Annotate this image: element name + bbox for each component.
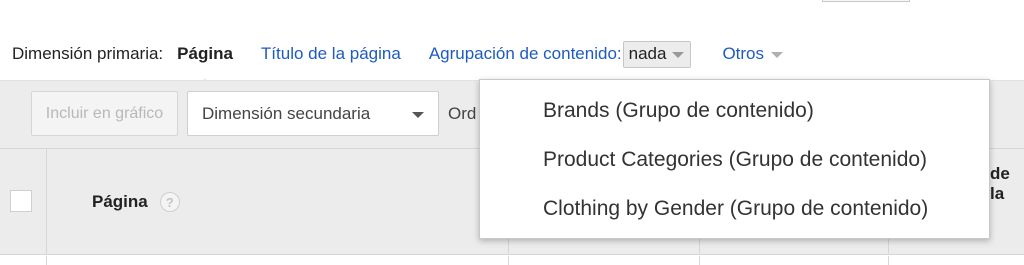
content-grouping: Agrupación de contenido: nada xyxy=(429,40,692,68)
column-divider xyxy=(46,256,47,265)
column-header-partial[interactable]: de la xyxy=(990,164,1010,204)
secondary-dimension-label: Dimensión secundaria xyxy=(202,103,371,123)
menu-item-brands[interactable]: Brands (Grupo de contenido) xyxy=(480,97,989,146)
help-circle-icon[interactable]: ? xyxy=(159,192,180,212)
primary-dimension-label: Dimensión primaria: xyxy=(12,44,164,63)
column-divider xyxy=(699,256,700,265)
top-control-edge xyxy=(822,0,910,2)
column-divider xyxy=(46,149,47,254)
caret-down-icon xyxy=(412,112,424,118)
menu-item-clothing-by-gender[interactable]: Clothing by Gender (Grupo de contenido) xyxy=(480,195,989,244)
column-header-pagina[interactable]: Página ? xyxy=(92,192,180,212)
content-grouping-label[interactable]: Agrupación de contenido: xyxy=(429,44,622,64)
caret-down-icon xyxy=(771,52,784,58)
caret-down-icon xyxy=(672,52,685,58)
dimension-option-pagina[interactable]: Página xyxy=(177,44,233,64)
column-divider xyxy=(508,256,509,265)
content-grouping-value: nada xyxy=(628,44,667,63)
others-label: Otros xyxy=(722,44,765,63)
select-all-checkbox[interactable] xyxy=(10,190,32,212)
column-divider xyxy=(888,256,889,265)
column-header-partial-text: de la xyxy=(990,164,1010,203)
dimension-option-page-title[interactable]: Título de la página xyxy=(261,44,401,64)
table-first-row xyxy=(0,256,1024,265)
secondary-dimension-select[interactable]: Dimensión secundaria xyxy=(187,91,439,136)
include-in-chart-button[interactable]: Incluir en gráfico xyxy=(31,91,178,136)
primary-dimension-bar: Dimensión primaria: Página Título de la … xyxy=(12,40,784,68)
content-grouping-menu: Brands (Grupo de contenido) Product Cate… xyxy=(479,79,990,239)
column-header-label: Página xyxy=(92,192,148,211)
content-grouping-select[interactable]: nada xyxy=(622,40,692,68)
sort-type-label: Ord xyxy=(448,104,477,123)
others-dropdown[interactable]: Otros xyxy=(722,44,784,64)
menu-item-product-categories[interactable]: Product Categories (Grupo de contenido) xyxy=(480,146,989,195)
